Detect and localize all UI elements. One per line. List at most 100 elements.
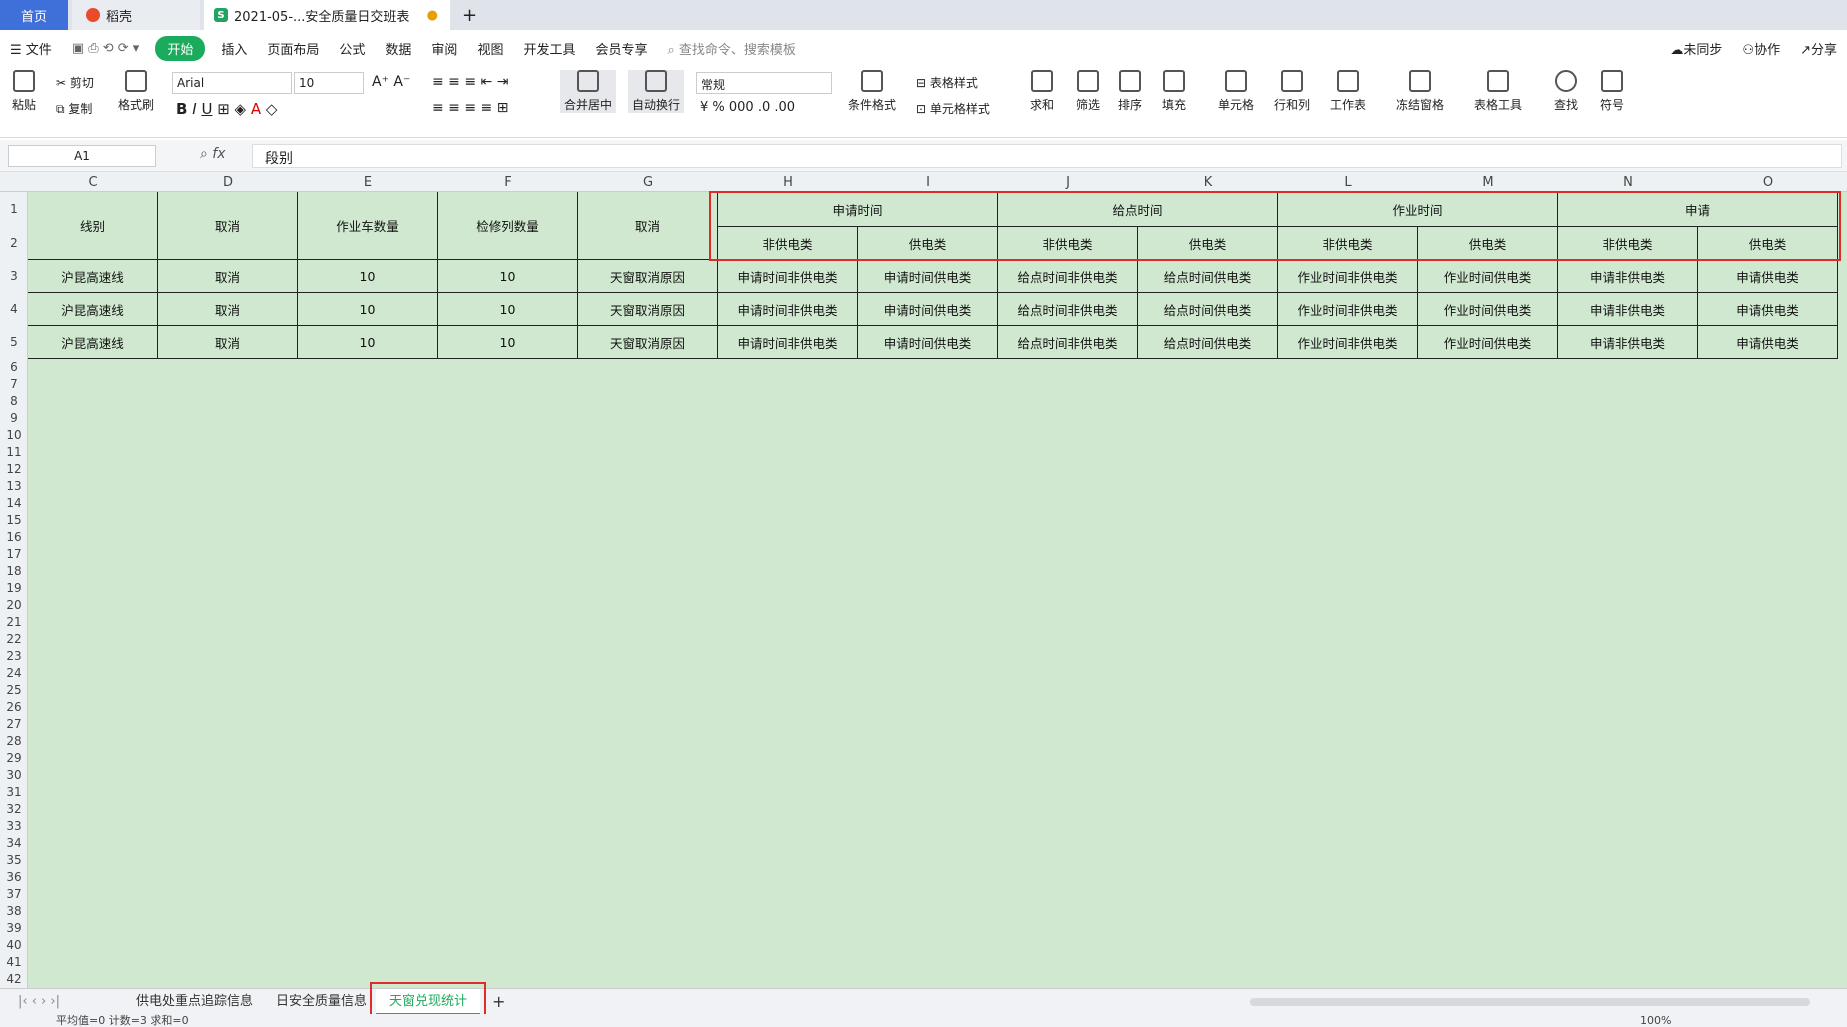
data-cell[interactable]: 申请非供电类 bbox=[1558, 260, 1698, 293]
data-cell[interactable]: 给点时间供电类 bbox=[1138, 326, 1278, 359]
row-header-8[interactable]: 8 bbox=[0, 394, 28, 408]
data-cell[interactable]: 沪昆高速线 bbox=[28, 293, 158, 326]
menu-insert[interactable]: 插入 bbox=[211, 39, 257, 58]
menu-file[interactable]: ☰ 文件 bbox=[0, 39, 62, 58]
tab-daoke[interactable]: 稻壳 bbox=[72, 0, 200, 30]
row-header-34[interactable]: 34 bbox=[0, 836, 28, 850]
format-painter-button[interactable]: 格式刷 bbox=[118, 70, 154, 113]
name-box[interactable]: A1 bbox=[8, 145, 156, 167]
row-header-4[interactable]: 4 bbox=[0, 302, 28, 316]
tab-document[interactable]: S 2021-05-...安全质量日交班表 ● bbox=[204, 0, 450, 30]
sync-status[interactable]: ☁未同步 bbox=[1660, 39, 1732, 58]
group-header-l1[interactable]: 作业时间 bbox=[1278, 192, 1558, 227]
fill-button[interactable]: 填充 bbox=[1162, 70, 1186, 113]
font-grow-shrink-icons[interactable]: A⁺ A⁻ bbox=[372, 74, 410, 90]
menu-page-layout[interactable]: 页面布局 bbox=[257, 39, 329, 58]
group-header-n1[interactable]: 申请 bbox=[1558, 192, 1838, 227]
data-cell[interactable]: 10 bbox=[438, 326, 578, 359]
data-cell[interactable]: 天窗取消原因 bbox=[578, 293, 718, 326]
freeze-panes-button[interactable]: 冻结窗格 bbox=[1396, 70, 1444, 113]
subheader-non-power[interactable]: 非供电类 bbox=[718, 227, 858, 260]
data-cell[interactable]: 申请时间供电类 bbox=[858, 326, 998, 359]
sheet-tab-2[interactable]: 日安全质量信息 bbox=[266, 989, 377, 1015]
row-header-9[interactable]: 9 bbox=[0, 411, 28, 425]
column-header-K[interactable]: K bbox=[1138, 175, 1278, 190]
row-header-37[interactable]: 37 bbox=[0, 887, 28, 901]
tab-home[interactable]: 首页 bbox=[0, 0, 68, 30]
table-tools-button[interactable]: 表格工具 bbox=[1474, 70, 1522, 113]
data-cell[interactable]: 10 bbox=[298, 326, 438, 359]
data-cell[interactable]: 作业时间非供电类 bbox=[1278, 260, 1418, 293]
row-header-25[interactable]: 25 bbox=[0, 683, 28, 697]
horizontal-scrollbar[interactable] bbox=[1250, 998, 1810, 1006]
row-header-26[interactable]: 26 bbox=[0, 700, 28, 714]
collab-button[interactable]: ⚇协作 bbox=[1732, 39, 1790, 58]
data-cell[interactable]: 申请供电类 bbox=[1698, 293, 1838, 326]
number-format-icons[interactable]: ¥ % 000 .0 .00 bbox=[700, 100, 795, 115]
row-header-38[interactable]: 38 bbox=[0, 904, 28, 918]
header-cell-line[interactable]: 线别 bbox=[28, 192, 158, 260]
row-header-27[interactable]: 27 bbox=[0, 717, 28, 731]
filter-button[interactable]: 筛选 bbox=[1076, 70, 1100, 113]
worksheet-button[interactable]: 工作表 bbox=[1330, 70, 1366, 113]
header-cell-cancel-2[interactable]: 取消 bbox=[578, 192, 718, 260]
find-button[interactable]: 查找 bbox=[1554, 70, 1578, 113]
row-header-22[interactable]: 22 bbox=[0, 632, 28, 646]
font-style-icons[interactable]: B I U ⊞ ◈ A ◇ bbox=[176, 100, 277, 118]
row-header-15[interactable]: 15 bbox=[0, 513, 28, 527]
formula-icons[interactable]: ⌕ fx bbox=[200, 146, 226, 162]
merge-center-button[interactable]: 合并居中 bbox=[560, 70, 617, 113]
column-header-L[interactable]: L bbox=[1278, 175, 1418, 190]
row-header-35[interactable]: 35 bbox=[0, 853, 28, 867]
row-col-button[interactable]: 行和列 bbox=[1274, 70, 1310, 113]
column-header-E[interactable]: E bbox=[298, 175, 438, 190]
sort-button[interactable]: 排序 bbox=[1118, 70, 1142, 113]
copy-button[interactable]: ⧉ 复制 bbox=[56, 100, 92, 117]
sum-button[interactable]: 求和 bbox=[1030, 70, 1054, 113]
row-header-40[interactable]: 40 bbox=[0, 938, 28, 952]
column-header-J[interactable]: J bbox=[998, 175, 1138, 190]
row-header-41[interactable]: 41 bbox=[0, 955, 28, 969]
row-header-29[interactable]: 29 bbox=[0, 751, 28, 765]
row-header-18[interactable]: 18 bbox=[0, 564, 28, 578]
data-cell[interactable]: 作业时间非供电类 bbox=[1278, 326, 1418, 359]
data-cell[interactable]: 作业时间非供电类 bbox=[1278, 293, 1418, 326]
row-header-12[interactable]: 12 bbox=[0, 462, 28, 476]
row-header-36[interactable]: 36 bbox=[0, 870, 28, 884]
zoom-level[interactable]: 100% bbox=[1640, 1014, 1671, 1027]
row-header-20[interactable]: 20 bbox=[0, 598, 28, 612]
command-search[interactable]: ⌕ 查找命令、搜索模板 bbox=[657, 39, 805, 58]
symbol-button[interactable]: 符号 bbox=[1600, 70, 1624, 113]
menu-formula[interactable]: 公式 bbox=[329, 39, 375, 58]
data-cell[interactable]: 给点时间供电类 bbox=[1138, 260, 1278, 293]
data-cell[interactable]: 10 bbox=[298, 293, 438, 326]
subheader-non-power[interactable]: 非供电类 bbox=[1558, 227, 1698, 260]
cell-button[interactable]: 单元格 bbox=[1218, 70, 1254, 113]
row-header-17[interactable]: 17 bbox=[0, 547, 28, 561]
row-header-23[interactable]: 23 bbox=[0, 649, 28, 663]
data-cell[interactable]: 取消 bbox=[158, 260, 298, 293]
data-cell[interactable]: 10 bbox=[438, 293, 578, 326]
column-header-F[interactable]: F bbox=[438, 175, 578, 190]
menu-view[interactable]: 视图 bbox=[467, 39, 513, 58]
paste-button[interactable]: 粘贴 bbox=[12, 70, 36, 113]
subheader-power[interactable]: 供电类 bbox=[858, 227, 998, 260]
row-header-31[interactable]: 31 bbox=[0, 785, 28, 799]
share-button[interactable]: ↗分享 bbox=[1790, 39, 1847, 58]
row-header-33[interactable]: 33 bbox=[0, 819, 28, 833]
menu-dev[interactable]: 开发工具 bbox=[513, 39, 585, 58]
table-style-button[interactable]: ⊟ 表格样式 bbox=[916, 74, 978, 91]
subheader-non-power[interactable]: 非供电类 bbox=[1278, 227, 1418, 260]
data-cell[interactable]: 天窗取消原因 bbox=[578, 260, 718, 293]
column-header-C[interactable]: C bbox=[28, 175, 158, 190]
row-header-24[interactable]: 24 bbox=[0, 666, 28, 680]
row-header-32[interactable]: 32 bbox=[0, 802, 28, 816]
data-cell[interactable]: 给点时间非供电类 bbox=[998, 293, 1138, 326]
row-header-2[interactable]: 2 bbox=[0, 236, 28, 250]
data-cell[interactable]: 申请时间供电类 bbox=[858, 260, 998, 293]
sheet-tab-1[interactable]: 供电处重点追踪信息 bbox=[126, 989, 263, 1015]
column-header-I[interactable]: I bbox=[858, 175, 998, 190]
data-cell[interactable]: 申请时间非供电类 bbox=[718, 260, 858, 293]
row-header-21[interactable]: 21 bbox=[0, 615, 28, 629]
data-cell[interactable]: 申请时间非供电类 bbox=[718, 326, 858, 359]
